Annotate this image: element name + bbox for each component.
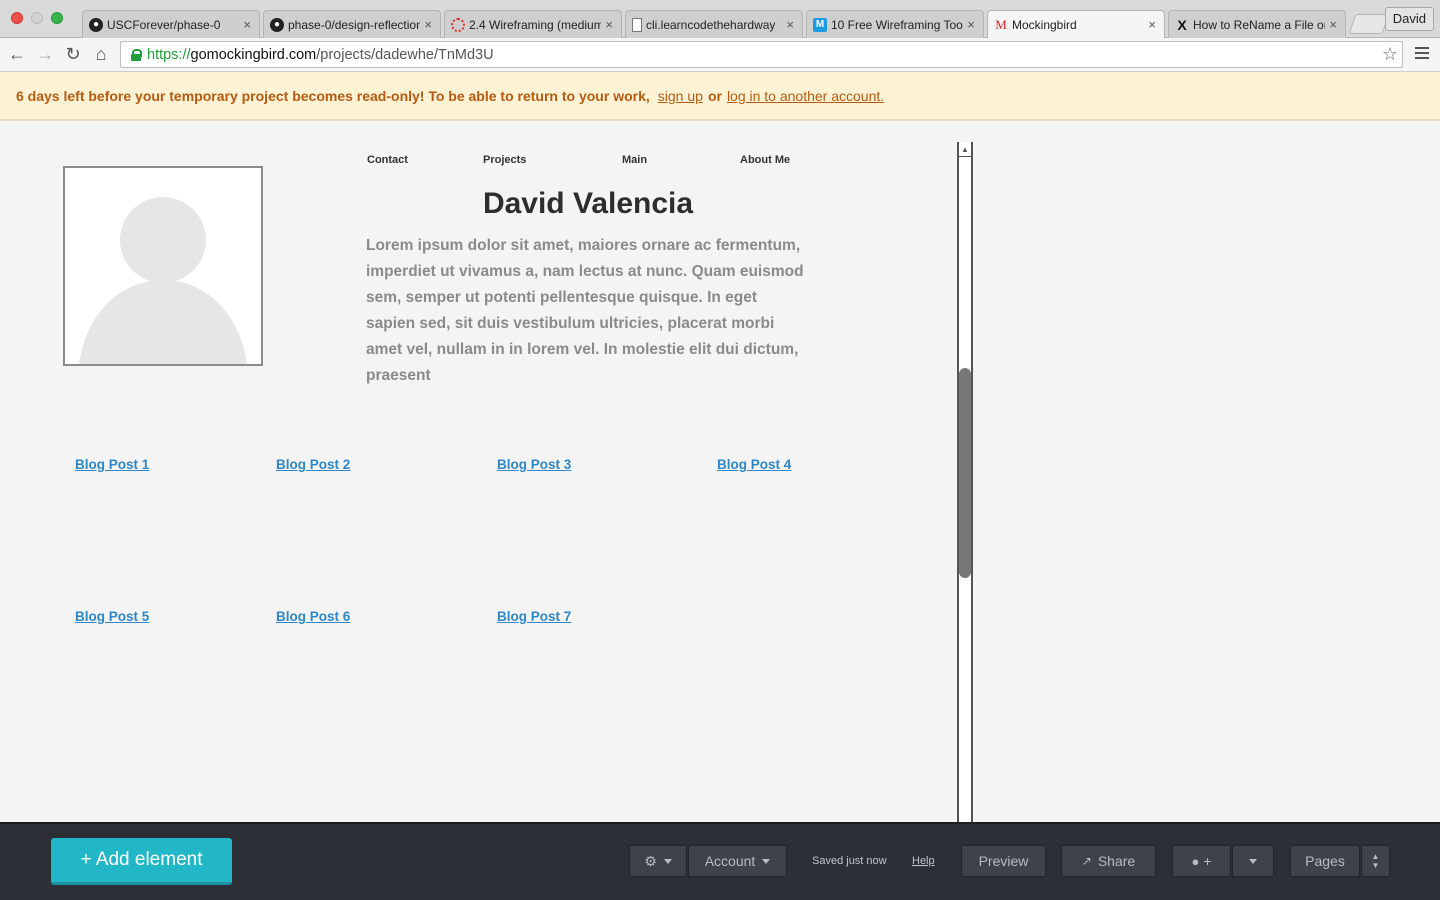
browser-toolbar: ← → ↻ ⌂ https:// gomockingbird.com /proj… [0,38,1440,72]
gear-icon: ⚙ [644,852,657,869]
share-label: Share [1097,853,1136,869]
comment-dropdown-button[interactable] [1232,845,1274,877]
account-dropdown-button[interactable]: Account [688,845,787,877]
new-tab-button[interactable] [1348,14,1390,34]
wireframe-canvas[interactable]: Contact Projects Main About Me David Val… [0,121,1440,822]
wireframe-scrollbar[interactable]: ▲ [957,142,973,822]
blog-post-link[interactable]: Blog Post 6 [276,609,350,624]
help-link[interactable]: Help [912,855,935,867]
x-logo-icon: X [1177,16,1187,33]
loading-icon [451,17,465,32]
m-logo-icon: M [813,17,827,32]
share-button[interactable]: ↗ Share [1061,845,1156,877]
github-icon: ● [89,17,103,32]
add-element-button[interactable]: + Add element [51,838,232,885]
hamburger-menu-icon[interactable] [1415,47,1429,62]
blog-post-link[interactable]: Blog Post 2 [276,457,350,472]
close-window-button[interactable] [11,12,23,24]
settings-dropdown-button[interactable]: ⚙ [629,845,687,877]
tab-title: USCForever/phase-0 [107,17,221,32]
close-icon[interactable]: × [243,17,251,32]
banner-or-text: or [707,87,722,104]
log-in-link[interactable]: log in to another account. [727,88,884,104]
account-label: Account [704,853,756,869]
profile-button[interactable]: David [1384,7,1434,31]
scrollbar-thumb[interactable] [959,368,971,578]
browser-tab[interactable]: cli.learncodethehardway × [625,10,803,38]
close-icon[interactable]: × [424,17,432,32]
caret-down-icon [762,858,771,864]
stepper-up-icon[interactable]: ▲ [1372,852,1380,861]
add-comment-button[interactable]: ● + [1172,845,1231,877]
browser-tab[interactable]: 2.4 Wireframing (medium × [444,10,622,38]
tab-title: Mockingbird [1012,18,1077,32]
comment-icon: ● [1191,853,1200,869]
bookmark-star-icon[interactable]: ☆ [1382,44,1398,65]
banner-message: 6 days left before your temporary projec… [16,87,650,104]
blog-post-link[interactable]: Blog Post 3 [497,457,571,472]
preview-button[interactable]: Preview [961,845,1046,877]
caret-down-icon [663,858,672,864]
wireframe-nav-contact[interactable]: Contact [367,154,408,166]
tab-title: How to ReName a File or [1193,17,1325,32]
browser-tab-active[interactable]: M Mockingbird × [987,10,1165,39]
person-silhouette-icon [79,197,247,364]
tab-title: 10 Free Wireframing Too [831,17,963,32]
address-bar[interactable]: https:// gomockingbird.com /projects/dad… [120,41,1403,68]
wireframe-paragraph[interactable]: Lorem ipsum dolor sit amet, maiores orna… [366,233,806,389]
url-host: gomockingbird.com [190,46,317,63]
github-icon: ● [270,17,284,32]
close-icon[interactable]: × [1148,17,1156,32]
browser-tab[interactable]: M 10 Free Wireframing Too × [806,10,984,38]
wireframe-heading[interactable]: David Valencia [366,187,810,221]
home-icon[interactable]: ⌂ [90,43,112,65]
wireframe-nav-about-me[interactable]: About Me [740,154,790,166]
page-icon [632,17,642,32]
read-only-warning-banner: 6 days left before your temporary projec… [0,72,1440,121]
tab-title: 2.4 Wireframing (medium [469,17,601,32]
blog-post-link[interactable]: Blog Post 7 [497,609,571,624]
wireframe-nav-main[interactable]: Main [622,154,647,166]
reload-icon[interactable]: ↻ [62,43,84,65]
profile-image-placeholder[interactable] [63,166,263,366]
tab-title: phase-0/design-reflection [288,17,420,32]
tab-title: cli.learncodethehardway [646,17,776,32]
editor-bottom-bar: + Add element ⚙ Account Saved just now H… [0,822,1440,900]
close-icon[interactable]: × [1329,17,1337,32]
forward-arrow-icon[interactable]: → [34,43,56,65]
wireframe-nav-projects[interactable]: Projects [483,154,526,166]
save-status: Saved just now [812,855,887,867]
comment-plus: + [1203,853,1212,869]
browser-tab[interactable]: ● USCForever/phase-0 × [82,10,260,38]
minimize-window-button[interactable] [31,12,43,24]
mockingbird-icon: M [995,17,1007,32]
url-scheme: https:// [147,46,191,63]
tab-strip: ● USCForever/phase-0 × ● phase-0/design-… [82,10,1349,39]
stepper-down-icon[interactable]: ▼ [1372,861,1380,870]
caret-down-icon [1249,858,1257,864]
sign-up-link[interactable]: sign up [658,88,703,104]
browser-tab[interactable]: X How to ReName a File or × [1168,10,1346,38]
pages-button[interactable]: Pages [1290,845,1360,877]
scroll-up-arrow-icon[interactable]: ▲ [959,142,971,157]
url-path: /projects/dadewhe/TnMd3U [316,46,494,63]
lock-icon [131,48,142,61]
blog-post-link[interactable]: Blog Post 1 [75,457,149,472]
blog-post-link[interactable]: Blog Post 4 [717,457,791,472]
browser-tab[interactable]: ● phase-0/design-reflection × [263,10,441,38]
blog-post-link[interactable]: Blog Post 5 [75,609,149,624]
close-icon[interactable]: × [967,17,975,32]
browser-tab-bar: ● USCForever/phase-0 × ● phase-0/design-… [0,0,1440,39]
close-icon[interactable]: × [605,17,613,32]
back-arrow-icon[interactable]: ← [6,43,28,65]
maximize-window-button[interactable] [51,12,63,24]
share-icon: ↗ [1081,854,1092,868]
pages-stepper[interactable]: ▲ ▼ [1361,845,1390,877]
close-icon[interactable]: × [786,17,794,32]
